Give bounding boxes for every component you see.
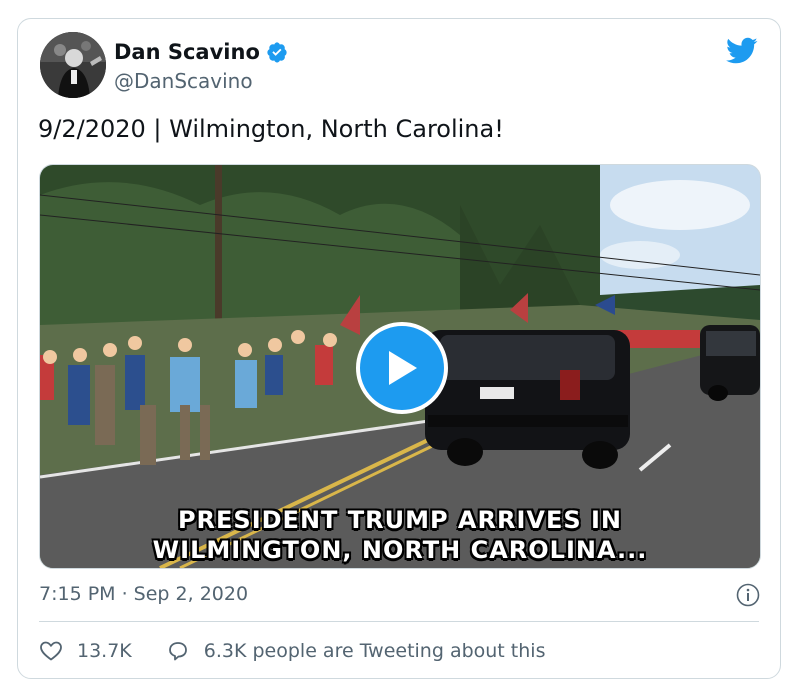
divider <box>39 621 759 622</box>
author-name-row[interactable]: Dan Scavino <box>114 40 288 64</box>
tweeting-count: 6.3K people are Tweeting about this <box>203 640 546 662</box>
tweet-actions: 13.7K 6.3K people are Tweeting about thi… <box>39 639 545 663</box>
speech-bubble-icon <box>168 642 187 661</box>
avatar[interactable] <box>40 32 106 98</box>
video-caption-line-1: PRESIDENT TRUMP ARRIVES IN <box>177 506 623 534</box>
video-player[interactable]: PRESIDENT TRUMP ARRIVES IN WILMINGTON, N… <box>39 164 761 569</box>
author-handle[interactable]: @DanScavino <box>114 69 253 93</box>
like-count: 13.7K <box>77 640 132 662</box>
twitter-bird-icon[interactable] <box>726 37 758 65</box>
verified-badge-icon <box>267 42 287 63</box>
video-caption: PRESIDENT TRUMP ARRIVES IN WILMINGTON, N… <box>40 505 760 565</box>
author-name[interactable]: Dan Scavino <box>114 40 260 64</box>
play-icon <box>389 351 417 385</box>
conversation-link[interactable]: 6.3K people are Tweeting about this <box>166 639 546 663</box>
like-button[interactable]: 13.7K <box>39 639 166 663</box>
info-icon[interactable] <box>736 583 760 607</box>
tweet-timestamp[interactable]: 7:15 PM · Sep 2, 2020 <box>39 583 248 605</box>
tweet-card: Dan Scavino @DanScavino 9/2/2020 | Wilmi… <box>17 18 781 679</box>
play-button[interactable] <box>356 322 448 414</box>
heart-icon <box>40 641 62 661</box>
video-caption-line-2: WILMINGTON, NORTH CAROLINA... <box>152 536 648 564</box>
tweet-text: 9/2/2020 | Wilmington, North Carolina! <box>38 115 504 143</box>
